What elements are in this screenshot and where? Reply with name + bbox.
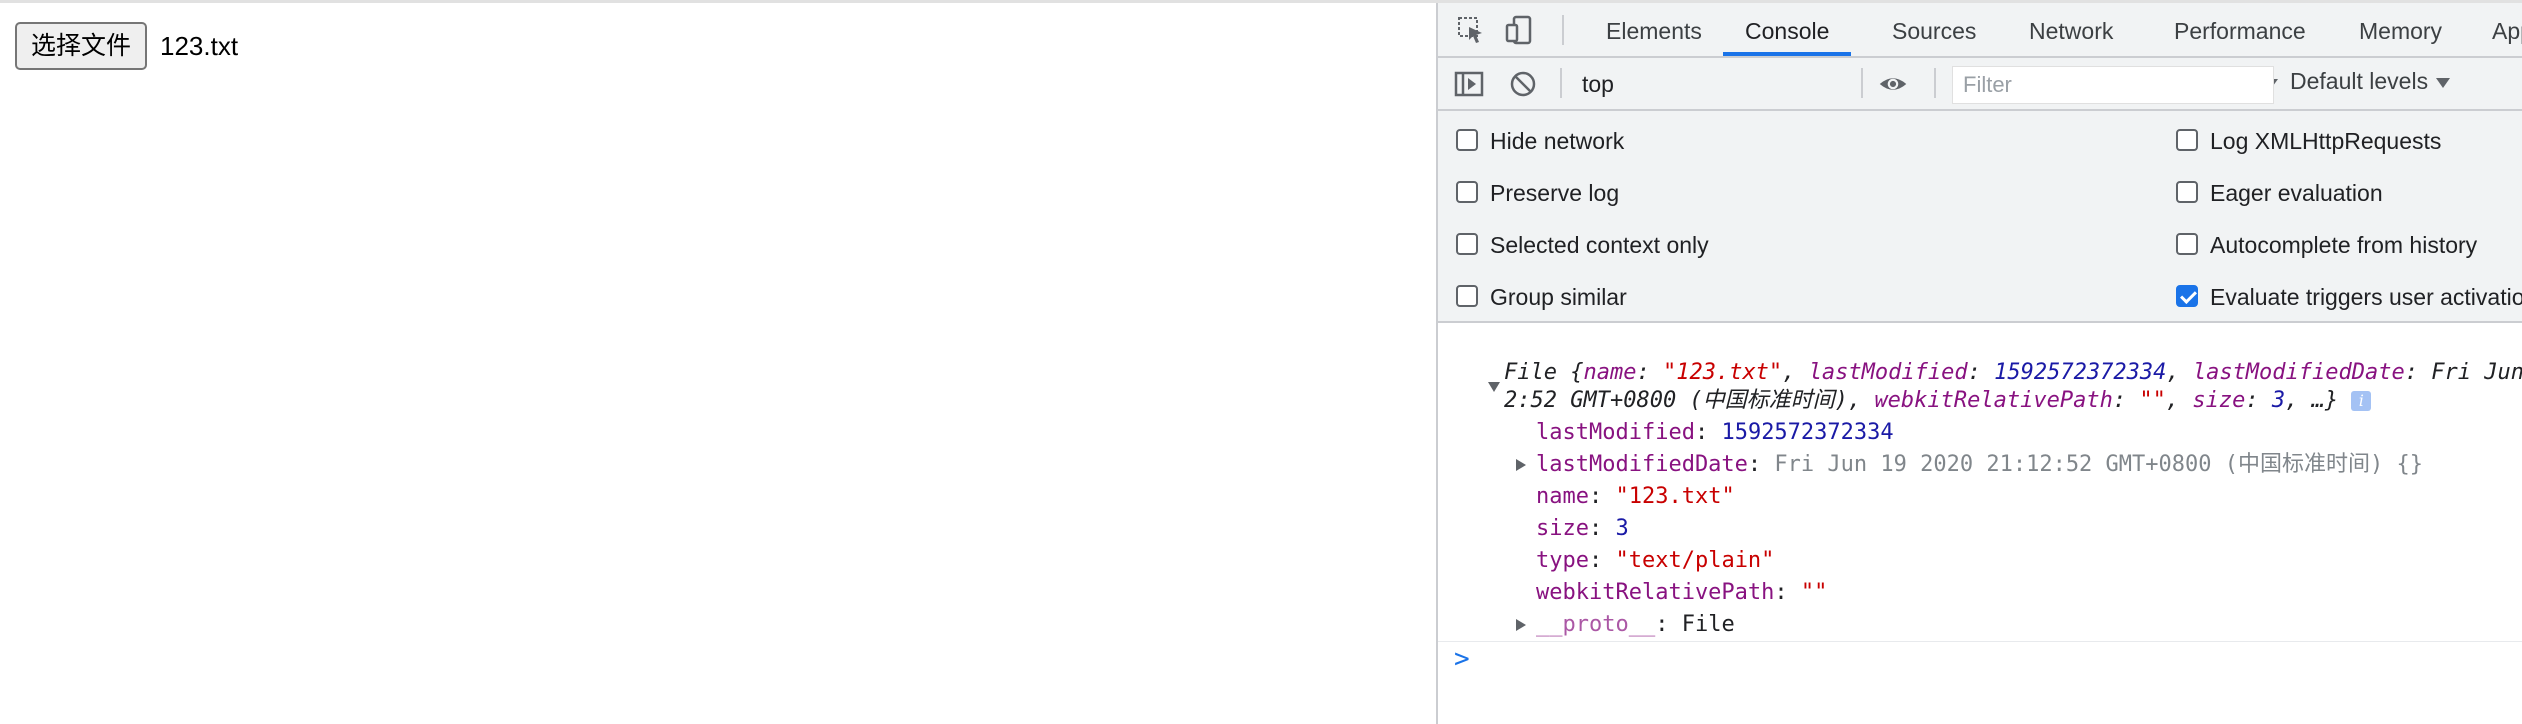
summary-value: "" — [2139, 388, 2166, 413]
property-row[interactable]: name: "123.txt" — [1536, 481, 1735, 513]
setting-label: Eager evaluation — [2210, 180, 2383, 206]
setting-label: Selected context only — [1490, 232, 1709, 258]
property-key: webkitRelativePath — [1536, 580, 1775, 605]
web-page: 选择文件 123.txt — [0, 3, 1436, 724]
summary-value: 3 — [2271, 388, 2286, 413]
tab-console[interactable]: Console — [1723, 3, 1852, 56]
expand-triangle-icon[interactable] — [1516, 619, 1526, 631]
log-levels-dropdown[interactable]: Default levels — [2290, 68, 2451, 95]
console-prompt-row[interactable]: > — [1438, 641, 2522, 681]
summary-key: webkitRelativePath — [1874, 388, 2113, 413]
setting-label: Log XMLHttpRequests — [2210, 128, 2442, 154]
tab-elements[interactable]: Elements — [1584, 3, 1724, 56]
property-key: type — [1536, 548, 1589, 573]
eager-evaluation-checkbox[interactable] — [2176, 181, 2198, 203]
setting-label: Autocomplete from history — [2210, 232, 2478, 258]
setting-label: Evaluate triggers user activation — [2210, 284, 2522, 310]
device-toolbar-icon[interactable] — [1504, 15, 1534, 45]
property-row[interactable]: webkitRelativePath: "" — [1536, 577, 1827, 609]
property-value: "text/plain" — [1615, 548, 1775, 573]
toolbar-separator — [1560, 68, 1562, 98]
property-row[interactable]: size: 3 — [1536, 513, 1629, 545]
toolbar-separator — [1861, 68, 1863, 98]
property-row[interactable]: __proto__: File — [1536, 609, 1735, 641]
summary-key: lastModifiedDate — [2192, 360, 2405, 385]
preserve-log-checkbox[interactable] — [1456, 181, 1478, 203]
property-value: 3 — [1615, 516, 1629, 541]
devtools-panel: Elements Console Sources Network Perform… — [1436, 3, 2522, 724]
setting-label: Hide network — [1490, 128, 1625, 154]
evaluate-triggers-checkbox[interactable] — [2176, 285, 2198, 307]
toolbar-separator — [1934, 68, 1936, 98]
collapse-triangle-icon[interactable] — [1488, 382, 1500, 392]
selected-context-only-checkbox[interactable] — [1456, 233, 1478, 255]
devtools-tab-bar: Elements Console Sources Network Perform… — [1438, 3, 2522, 58]
property-row[interactable]: lastModified: 1592572372334 — [1536, 417, 1894, 449]
summary-value: 1592572372334 — [1994, 360, 2167, 385]
tab-application[interactable]: App — [2470, 3, 2522, 56]
log-summary-line2[interactable]: 2:52 GMT+0800 (中国标准时间), webkitRelativePa… — [1504, 385, 2372, 417]
property-key: lastModified — [1536, 420, 1695, 445]
setting-label: Group similar — [1490, 284, 1627, 310]
property-key: name — [1536, 484, 1589, 509]
tab-memory[interactable]: Memory — [2337, 3, 2464, 56]
property-key: lastModifiedDate — [1536, 452, 1748, 477]
property-value: "123.txt" — [1615, 484, 1735, 509]
tab-performance[interactable]: Performance — [2152, 3, 2328, 56]
group-similar-checkbox[interactable] — [1456, 285, 1478, 307]
toolbar-separator — [1562, 15, 1564, 45]
chevron-down-icon — [2436, 77, 2451, 88]
expand-triangle-icon[interactable] — [1516, 459, 1526, 471]
js-context-value: top — [1582, 71, 1614, 97]
summary-key: name — [1583, 360, 1637, 385]
setting-label: Preserve log — [1490, 180, 1620, 206]
summary-key: lastModified — [1808, 360, 1968, 385]
property-row[interactable]: lastModifiedDate: Fri Jun 19 2020 21:12:… — [1536, 449, 2423, 481]
tab-network[interactable]: Network — [2007, 3, 2135, 56]
filter-input[interactable] — [1952, 66, 2274, 104]
selected-file-name: 123.txt — [160, 31, 239, 61]
autocomplete-history-checkbox[interactable] — [2176, 233, 2198, 255]
console-output: File {name: "123.txt", lastModified: 159… — [1438, 323, 2522, 724]
console-toolbar: top Default levels — [1438, 58, 2522, 111]
property-key: __proto__ — [1536, 612, 1656, 637]
property-value: 1592572372334 — [1721, 420, 1894, 445]
console-settings: Hide network Preserve log Selected conte… — [1438, 111, 2522, 323]
clear-console-icon[interactable] — [1508, 69, 1538, 99]
summary-value: "123.txt" — [1662, 360, 1783, 385]
hide-network-checkbox[interactable] — [1456, 129, 1478, 151]
summary-value: Fri Jun 19 2020 21:1 — [2431, 360, 2522, 385]
log-xmlhttprequests-checkbox[interactable] — [2176, 129, 2198, 151]
info-icon[interactable]: i — [2351, 391, 2372, 411]
inspect-element-icon[interactable] — [1456, 15, 1486, 45]
eye-icon[interactable] — [1878, 69, 1908, 99]
tab-sources[interactable]: Sources — [1870, 3, 1998, 56]
property-row[interactable]: type: "text/plain" — [1536, 545, 1774, 577]
property-value: File — [1681, 612, 1735, 637]
summary-value: 2:52 GMT+0800 (中国标准时间) — [1504, 388, 1848, 413]
log-levels-label: Default levels — [2290, 68, 2429, 94]
prompt-chevron-icon: > — [1454, 644, 1470, 674]
choose-file-button[interactable]: 选择文件 — [15, 22, 148, 70]
sidebar-toggle-icon[interactable] — [1454, 69, 1484, 99]
property-value: Fri Jun 19 2020 21:12:52 GMT+0800 (中国标准时… — [1774, 452, 2423, 477]
property-key: size — [1536, 516, 1589, 541]
property-value: "" — [1800, 580, 1828, 605]
summary-key: size — [2192, 388, 2246, 413]
